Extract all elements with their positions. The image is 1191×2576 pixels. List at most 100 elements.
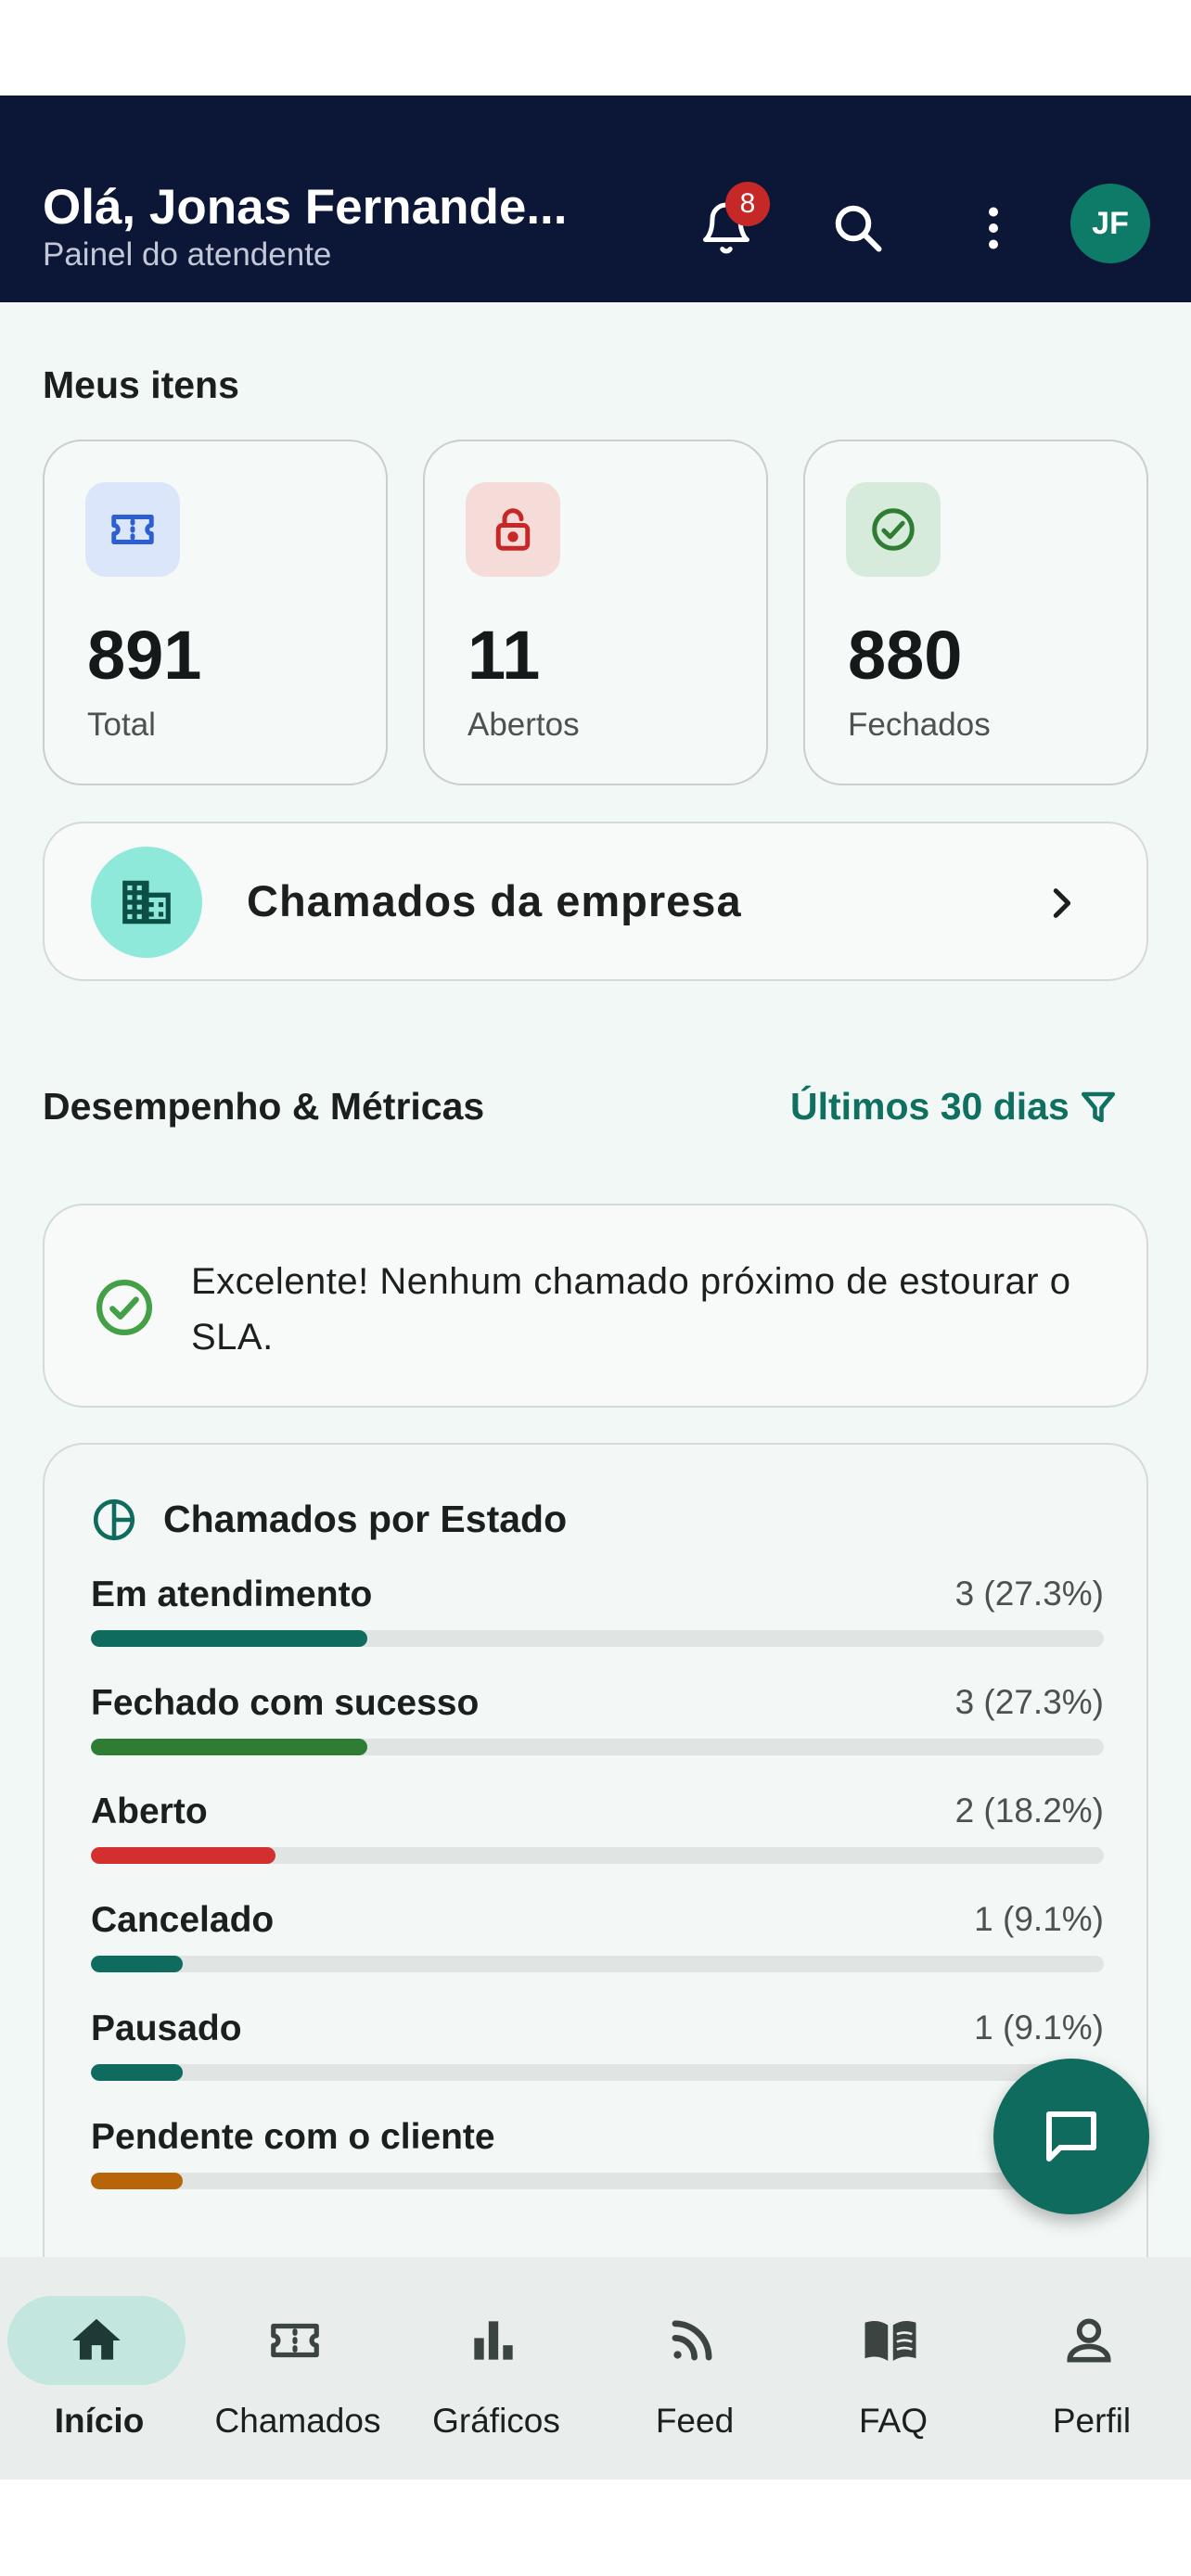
nav-pill (1000, 2296, 1178, 2385)
check-circle-icon (872, 508, 915, 551)
nav-pill (603, 2296, 781, 2385)
nav-label: Início (54, 2402, 145, 2440)
state-row: Pendente com o cliente1 (91, 2117, 1104, 2225)
stat-value: 11 (467, 617, 541, 694)
state-progress-track (91, 1630, 1104, 1647)
state-row: Cancelado 1 (9.1%) (91, 1900, 1104, 2009)
state-row: Fechado com sucesso 3 (27.3%) (91, 1683, 1104, 1792)
avatar[interactable]: JF (1070, 184, 1150, 263)
nav-label: Perfil (1052, 2402, 1132, 2440)
status-bar (0, 0, 1191, 96)
tickets-by-state-card: Chamados por Estado Em atendimento 3 (27.… (43, 1443, 1148, 2257)
check-circle-icon (96, 1279, 153, 1336)
bar-chart-icon (474, 2321, 513, 2360)
stat-card-open[interactable]: 11 Abertos (423, 440, 768, 785)
nav-item-faq[interactable]: FAQ (794, 2257, 992, 2480)
nav-label: Gráficos (432, 2402, 560, 2440)
state-progress-track (91, 2173, 1104, 2189)
building-icon (122, 880, 171, 925)
home-indicator-area (0, 2480, 1191, 2576)
nav-label: Chamados (214, 2402, 381, 2440)
stat-value: 891 (87, 617, 202, 694)
state-progress-track (91, 1739, 1104, 1755)
state-value: 1 (9.1%) (974, 2009, 1104, 2047)
state-row: Aberto 2 (18.2%) (91, 1792, 1104, 1900)
state-value: 3 (27.3%) (954, 1683, 1104, 1721)
state-value: 1 (9.1%) (974, 1900, 1104, 1938)
bottom-navigation: Início Chamados Gráficos Feed FAQ Perfil (0, 2257, 1191, 2480)
state-row: Em atendimento 3 (27.3%) (91, 1575, 1104, 1683)
company-tickets-button[interactable]: Chamados da empresa (43, 822, 1148, 981)
date-filter-button[interactable]: Últimos 30 dias (790, 1085, 1118, 1129)
stat-icon-container (846, 482, 941, 577)
company-tickets-chevron (1026, 868, 1096, 938)
chat-fab-button[interactable] (993, 2059, 1149, 2214)
metrics-title: Desempenho & Métricas (43, 1085, 485, 1128)
state-value: 2 (18.2%) (954, 1792, 1104, 1830)
state-value: 3 (27.3%) (954, 1575, 1104, 1613)
state-progress-fill (91, 1847, 275, 1864)
state-row: Pausado 1 (9.1%) (91, 2009, 1104, 2117)
tickets-by-state-title: Chamados por Estado (163, 1498, 568, 1540)
dashboard-content: Meus itens 891 Total 11 Abertos 880 Fech… (0, 302, 1191, 2257)
nav-pill (7, 2296, 186, 2385)
stat-icon-container (85, 482, 180, 577)
home-icon (72, 2318, 121, 2360)
sla-status-card: Excelente! Nenhum chamado próximo de est… (43, 1204, 1148, 1408)
nav-item-graficos[interactable]: Gráficos (397, 2257, 596, 2480)
notification-badge: 8 (725, 182, 770, 226)
ticket-icon (111, 515, 154, 544)
pie-chart-icon (93, 1498, 135, 1541)
state-progress-fill (91, 2064, 184, 2081)
nav-pill (801, 2296, 980, 2385)
my-items-title: Meus itens (43, 363, 239, 406)
date-filter-label: Últimos 30 dias (790, 1085, 1069, 1128)
stat-label: Fechados (848, 707, 991, 743)
lock-open-icon (495, 508, 531, 551)
stat-icon-container (466, 482, 560, 577)
state-progress-fill (91, 1630, 368, 1647)
nav-item-chamados[interactable]: Chamados (198, 2257, 397, 2480)
state-progress-track (91, 1956, 1104, 1972)
person-icon (1067, 2318, 1111, 2363)
state-label: Em atendimento (91, 1575, 373, 1614)
greeting-subtitle: Painel do atendente (43, 236, 332, 273)
state-label: Aberto (91, 1792, 208, 1831)
nav-item-perfil[interactable]: Perfil (992, 2257, 1191, 2480)
state-progress-track (91, 2064, 1104, 2081)
greeting-title: Olá, Jonas Fernande... (43, 180, 568, 235)
stat-value: 880 (848, 617, 963, 694)
state-progress-fill (91, 1739, 368, 1755)
nav-label: FAQ (858, 2402, 928, 2440)
stat-card-total[interactable]: 891 Total (43, 440, 388, 785)
state-label: Pendente com o cliente (91, 2117, 495, 2157)
app-bar: Olá, Jonas Fernande... Painel do atenden… (0, 96, 1191, 302)
state-label: Pausado (91, 2009, 242, 2048)
nav-pill (206, 2296, 384, 2385)
filter-icon (1081, 1091, 1115, 1122)
chevron-right-icon (1053, 888, 1071, 918)
state-progress-fill (91, 2173, 184, 2189)
nav-item-feed[interactable]: Feed (596, 2257, 794, 2480)
nav-item-inicio[interactable]: Início (0, 2257, 198, 2480)
stat-label: Total (87, 707, 156, 743)
stat-card-closed[interactable]: 880 Fechados (803, 440, 1148, 785)
nav-label: Feed (655, 2402, 735, 2440)
chat-icon (1046, 2111, 1096, 2162)
sla-message: Excelente! Nenhum chamado próximo de est… (191, 1261, 1071, 1358)
more-options-button[interactable] (954, 188, 1033, 268)
state-progress-fill (91, 1956, 184, 1972)
nav-pill (404, 2296, 583, 2385)
state-label: Fechado com sucesso (91, 1683, 480, 1723)
more-vertical-icon (989, 207, 998, 249)
company-tickets-label: Chamados da empresa (247, 876, 742, 925)
rss-icon (672, 2320, 712, 2361)
search-icon (835, 205, 882, 252)
ticket-icon (271, 2323, 319, 2358)
search-button[interactable] (818, 188, 898, 268)
stat-label: Abertos (467, 707, 580, 743)
book-icon (864, 2320, 916, 2361)
state-label: Cancelado (91, 1900, 275, 1940)
state-progress-track (91, 1847, 1104, 1864)
company-icon-container (91, 847, 202, 958)
